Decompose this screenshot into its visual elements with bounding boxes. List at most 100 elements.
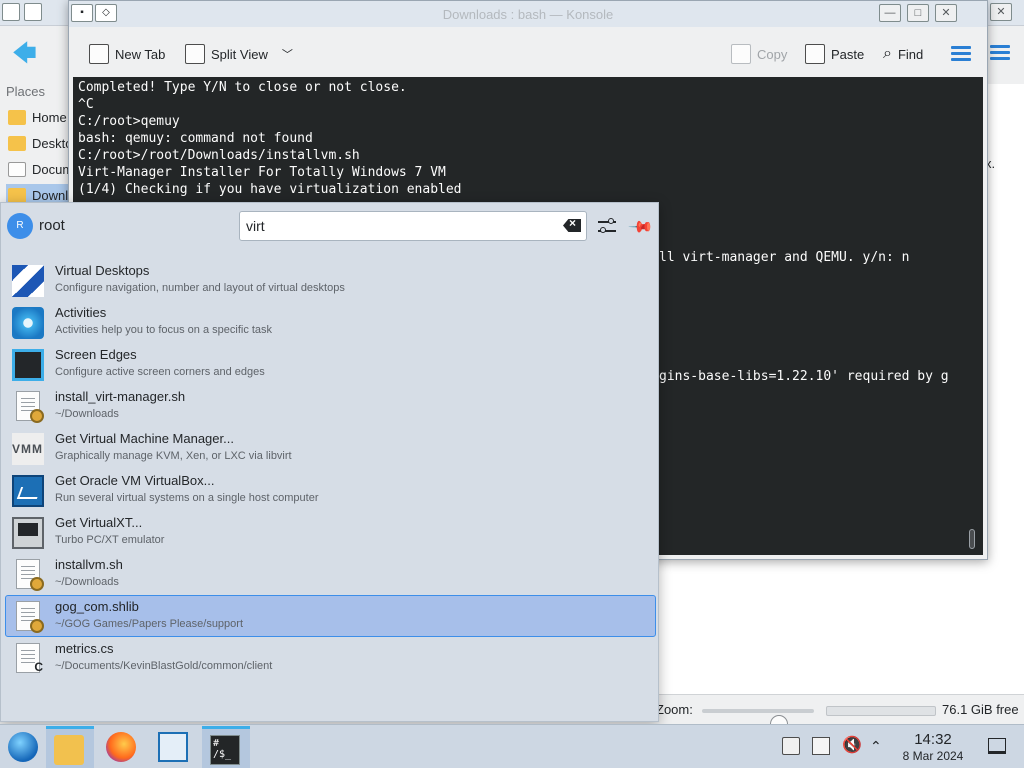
hamburger-menu-icon[interactable] — [951, 46, 971, 62]
paste-label: Paste — [831, 46, 865, 62]
result-title: Activities — [55, 305, 107, 320]
taskbar-konsole[interactable]: # /$_ — [202, 726, 250, 768]
chevron-down-icon[interactable]: ﹀ — [282, 46, 293, 62]
window-title: Downloads : bash — Konsole — [442, 7, 614, 22]
places-item-home[interactable]: Home — [6, 106, 76, 130]
result-virtualbox[interactable]: Get Oracle VM VirtualBox... Run several … — [5, 469, 656, 511]
taskbar-firefox[interactable] — [98, 726, 146, 768]
clipboard-icon[interactable] — [782, 737, 800, 755]
result-description: ~/GOG Games/Papers Please/support — [55, 618, 244, 630]
zoom-slider[interactable] — [702, 709, 814, 733]
result-installvm[interactable]: installvm.sh ~/Downloads — [5, 553, 656, 595]
taskbar-file-manager[interactable] — [46, 726, 94, 768]
clock-time[interactable]: 14:32 — [900, 731, 966, 748]
konsole-titlebar[interactable]: ▪ ◇ Downloads : bash — Konsole — □ ✕ — [69, 1, 987, 27]
volume-muted-icon[interactable]: 🔇 — [842, 737, 862, 755]
result-title: install_virt-manager.sh — [55, 389, 186, 404]
system-info-icon — [158, 732, 188, 762]
krunner-header: R root 📌 — [1, 203, 658, 248]
chevron-up-icon[interactable]: ⌃ — [870, 737, 888, 755]
result-title: gog_com.shlib — [55, 599, 139, 614]
terminal-line: C:/root>/root/Downloads/installvm.sh — [78, 148, 360, 163]
result-gog-shlib[interactable]: gog_com.shlib ~/GOG Games/Papers Please/… — [5, 595, 656, 637]
application-launcher[interactable] — [0, 726, 48, 768]
folder-icon — [54, 735, 84, 765]
status-bar: Zoom: 76.1 GiB free — [656, 694, 1024, 733]
desktop-folder-icon — [8, 136, 26, 151]
configure-icon[interactable] — [597, 215, 617, 237]
avatar[interactable]: R — [7, 213, 33, 239]
firefox-icon — [106, 732, 136, 762]
search-icon: ⌕ — [883, 45, 892, 62]
result-title: installvm.sh — [55, 557, 123, 572]
window-menu-icon[interactable] — [24, 3, 42, 21]
show-desktop-icon[interactable] — [988, 738, 1006, 754]
places-item-documents[interactable]: Documents — [6, 158, 76, 182]
places-item-desktop[interactable]: Desktop — [6, 132, 76, 156]
screen-edges-icon — [12, 349, 44, 381]
copy-label: Copy — [757, 46, 788, 62]
result-screen-edges[interactable]: Screen Edges Configure active screen cor… — [5, 343, 656, 385]
result-description: ~/Documents/KevinBlastGold/common/client — [55, 660, 273, 672]
home-folder-icon — [8, 110, 26, 125]
result-description: Configure navigation, number and layout … — [55, 282, 345, 294]
start-menu-icon — [8, 732, 38, 762]
result-description: Activities help you to focus on a specif… — [55, 324, 273, 336]
terminal-line: Completed! Type Y/N to close or not clos… — [78, 80, 407, 95]
result-title: Virtual Desktops — [55, 263, 150, 278]
terminal-line: C:/root>qemuy — [78, 114, 180, 129]
copy-button[interactable]: Copy — [731, 43, 787, 65]
close-icon[interactable]: ✕ — [935, 4, 957, 22]
terminal-line: ^C — [78, 97, 94, 112]
maximize-icon[interactable]: □ — [907, 4, 929, 22]
free-space-text: 76.1 GiB free — [942, 702, 1019, 717]
result-title: Get Virtual Machine Manager... — [55, 431, 234, 446]
shell-script-icon — [16, 559, 44, 591]
places-panel-title: Places — [6, 84, 46, 99]
result-description: ~/Downloads — [55, 408, 119, 420]
result-title: Screen Edges — [55, 347, 137, 362]
clock-date[interactable]: 8 Mar 2024 — [895, 749, 971, 763]
result-title: Get Oracle VM VirtualBox... — [55, 473, 215, 488]
find-label: Find — [897, 46, 924, 62]
copy-icon — [731, 44, 751, 64]
folder-app-icon — [2, 3, 20, 21]
result-virtual-desktops[interactable]: Virtual Desktops Configure navigation, n… — [5, 259, 656, 301]
result-description: Graphically manage KVM, Xen, or LXC via … — [55, 450, 292, 462]
result-install-virt-manager[interactable]: install_virt-manager.sh ~/Downloads — [5, 385, 656, 427]
close-icon[interactable]: ✕ — [990, 3, 1012, 21]
downloads-folder-icon — [8, 188, 26, 203]
result-description: Turbo PC/XT emulator — [55, 534, 165, 546]
paste-button[interactable]: Paste — [805, 43, 864, 65]
minimize-icon[interactable]: — — [879, 4, 901, 22]
virt-manager-icon — [12, 433, 44, 465]
find-button[interactable]: ⌕ Find — [883, 43, 923, 65]
virtual-desktops-icon — [12, 265, 44, 297]
pin-icon[interactable]: 📌 — [627, 213, 655, 241]
result-activities[interactable]: Activities Activities help you to focus … — [5, 301, 656, 343]
krunner-launcher: R root 📌 Virtual Desktops Configure navi… — [0, 202, 659, 722]
result-virtualxt[interactable]: Get VirtualXT... Turbo PC/XT emulator — [5, 511, 656, 553]
hamburger-menu-icon[interactable] — [990, 45, 1010, 61]
back-arrow-icon[interactable]: 🡄 — [12, 42, 37, 66]
terminal-scrollbar[interactable] — [969, 529, 975, 549]
konsole-toolbar: New Tab Split View ﹀ Copy Paste ⌕ Find — [69, 27, 987, 77]
terminal-line-partial: gins-base-libs=1.22.10' required by g — [659, 369, 949, 384]
new-tab-button[interactable]: New Tab — [89, 43, 165, 65]
terminal-line: Virt-Manager Installer For Totally Windo… — [78, 165, 446, 180]
virtualbox-icon — [12, 475, 44, 507]
taskbar-system-info[interactable] — [150, 726, 198, 768]
places-item-label: Home — [32, 110, 67, 125]
result-virt-manager[interactable]: Get Virtual Machine Manager... Graphical… — [5, 427, 656, 469]
results-list: Virtual Desktops Configure navigation, n… — [1, 259, 658, 679]
paste-icon — [805, 44, 825, 64]
user-name: root — [39, 217, 65, 234]
result-description: Run several virtual systems on a single … — [55, 492, 319, 504]
notes-icon[interactable] — [812, 737, 830, 755]
search-input[interactable] — [239, 211, 587, 241]
result-metrics-cs[interactable]: C metrics.cs ~/Documents/KevinBlastGold/… — [5, 637, 656, 679]
new-tab-label: New Tab — [115, 46, 166, 62]
result-title: metrics.cs — [55, 641, 114, 656]
split-view-button[interactable]: Split View ﹀ — [185, 43, 293, 65]
result-title: Get VirtualXT... — [55, 515, 143, 530]
